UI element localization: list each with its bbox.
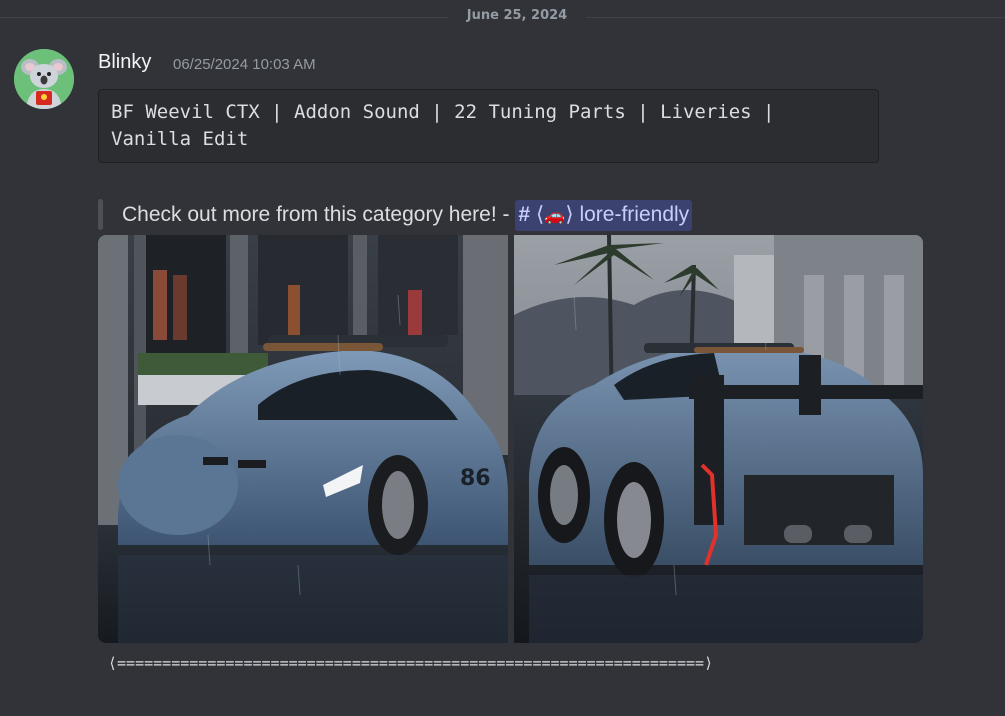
author-name[interactable]: Blinky xyxy=(98,51,151,74)
block-quote: Check out more from this category here! … xyxy=(122,200,693,231)
car-emoji-icon: 🚗 xyxy=(544,206,566,225)
separator-text: ⟨=======================================… xyxy=(108,654,714,672)
car-front-image: 86 xyxy=(98,235,508,643)
image-attachment-front[interactable]: 86 xyxy=(98,235,508,643)
date-label: June 25, 2024 xyxy=(466,8,568,23)
code-text: BF Weevil CTX | Addon Sound | 22 Tuning … xyxy=(111,101,775,150)
code-block: BF Weevil CTX | Addon Sound | 22 Tuning … xyxy=(98,89,879,163)
channel-mention[interactable]: # ⟨🚗⟩ lore-friendly xyxy=(515,200,693,231)
chat-view: June 25, 2024 Blinky 06/25/2024 10:03 AM… xyxy=(0,0,1005,716)
channel-hash-icon: # xyxy=(518,203,531,226)
divider-line xyxy=(586,17,1005,18)
divider-line xyxy=(0,17,448,18)
avatar[interactable] xyxy=(14,49,74,109)
channel-name: lore-friendly xyxy=(579,203,690,226)
image-attachment-rear[interactable] xyxy=(514,235,923,643)
koala-avatar-icon xyxy=(14,49,74,109)
quote-bar xyxy=(98,199,103,230)
quote-text: Check out more from this category here! … xyxy=(122,203,510,226)
svg-text:86: 86 xyxy=(460,466,491,491)
channel-bracket-open: ⟨ xyxy=(536,203,545,226)
car-rear-image xyxy=(514,235,923,643)
message-timestamp: 06/25/2024 10:03 AM xyxy=(173,56,316,73)
date-divider: June 25, 2024 xyxy=(0,0,1005,34)
channel-bracket-close: ⟩ xyxy=(565,203,574,226)
